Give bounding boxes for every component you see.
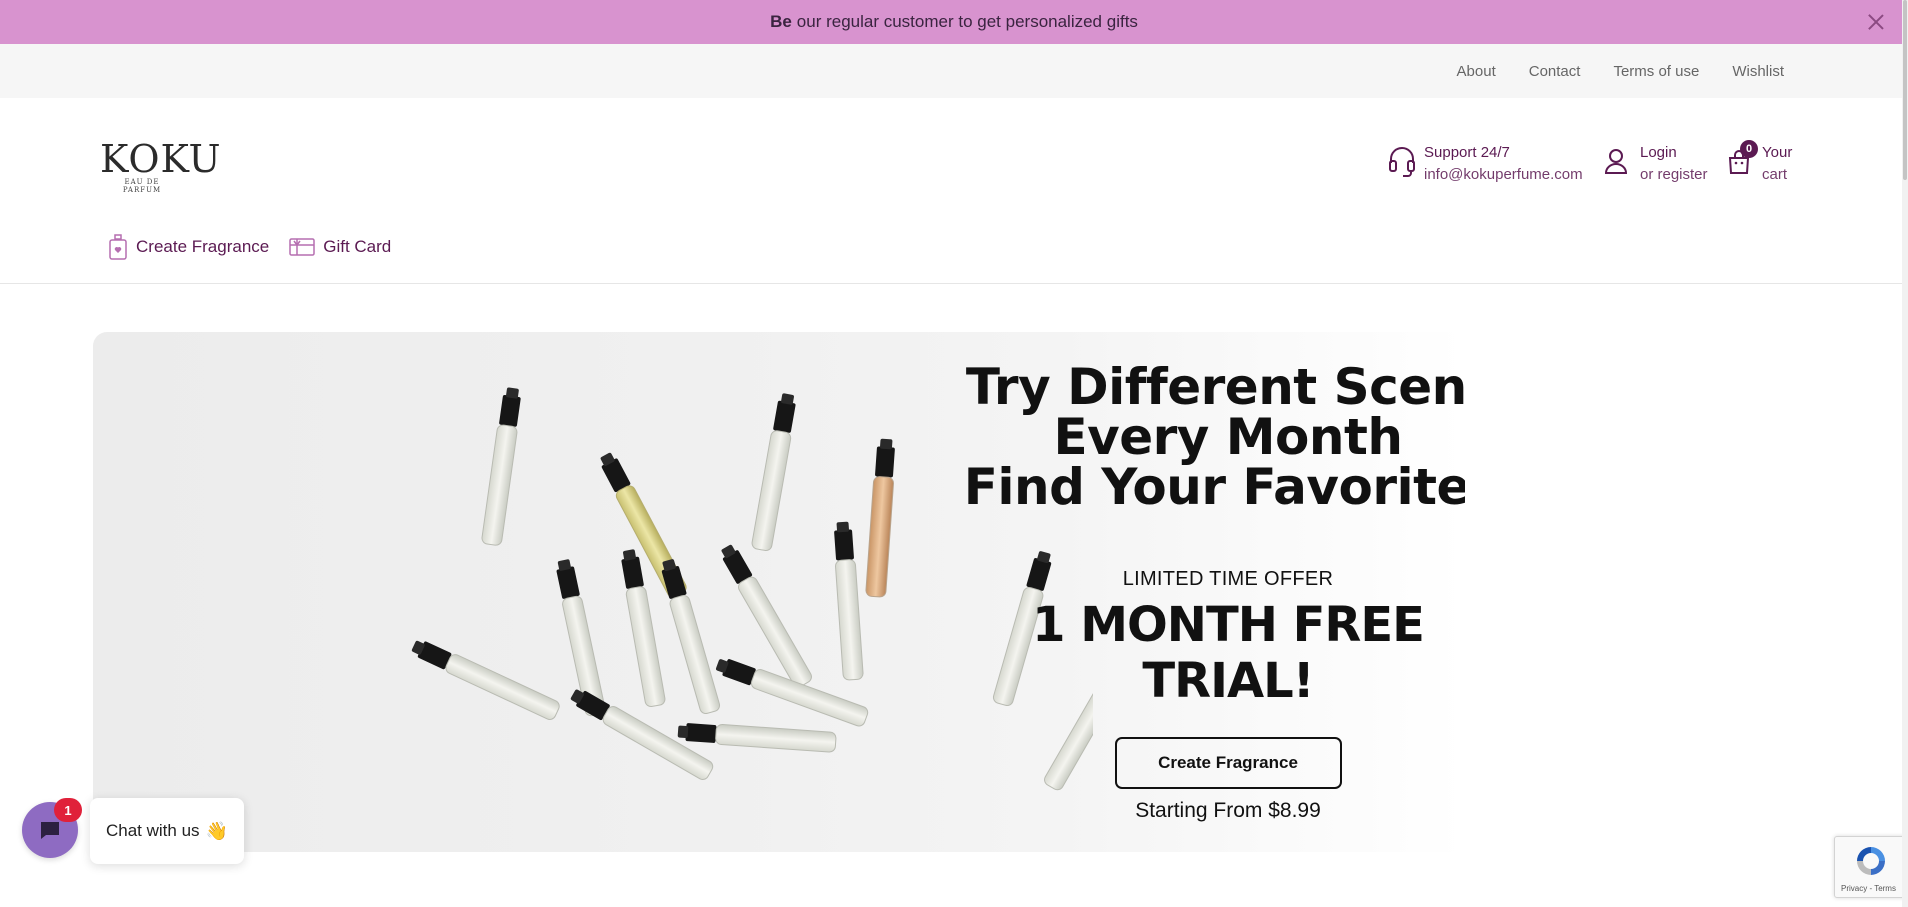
cart-link[interactable]: 0 Your cart [1726,140,1793,186]
site-header: KOKU EAU DE PARFUM Support 24/7 info@kok… [0,98,1908,284]
login-subtitle: or register [1640,166,1708,183]
wave-icon: 👋 [205,820,228,841]
hero-price: Starting From $8.99 [1135,799,1321,822]
link-about[interactable]: About [1457,63,1496,80]
user-icon [1604,146,1632,178]
nav-gift-card[interactable]: Gift Card [289,237,391,257]
hero-title-line1: Try Different Scent [965,358,1465,416]
hero-title-line2: Every Month [1053,408,1403,466]
recaptcha-badge[interactable]: Privacy - Terms [1834,836,1908,898]
promo-text: our regular customer to get personalized… [796,12,1138,31]
login-title: Login [1640,144,1677,161]
support-link[interactable]: Support 24/7 info@kokuperfume.com [1388,142,1583,186]
scrollbar[interactable] [1902,0,1908,907]
top-links-bar: About Contact Terms of use Wishlist [0,44,1908,98]
chat-icon [41,822,59,839]
recaptcha-icon [1857,847,1885,875]
login-link[interactable]: Login or register [1604,142,1708,186]
nav-create-fragrance-label: Create Fragrance [136,237,270,256]
scrollbar-thumb[interactable] [1903,0,1907,180]
link-terms[interactable]: Terms of use [1613,63,1699,80]
page: Be our regular customer to get personali… [0,0,1908,907]
chat-bubble[interactable]: Chat with us 👋 [90,798,244,864]
close-icon[interactable] [1866,12,1886,32]
nav-create-fragrance[interactable]: Create Fragrance [108,234,269,260]
hero-trial: 1 MONTH FREE TRIAL! [1032,597,1425,709]
headset-icon [1388,146,1416,178]
perfume-bottle-icon [109,234,127,260]
cart-count-badge: 0 [1740,140,1758,158]
support-title: Support 24/7 [1424,144,1510,161]
gift-card-icon [289,238,315,256]
perfume-vials-image [409,386,1093,793]
logo[interactable]: KOKU EAU DE PARFUM [100,137,222,194]
cart-subtitle: cart [1762,166,1788,183]
main-nav: Create Fragrance Gift Card [108,234,391,260]
top-links: About Contact Terms of use Wishlist [1424,44,1784,98]
hero-banner[interactable]: Try Different Scent Every Month Find You… [93,332,1465,852]
create-fragrance-button[interactable]: Create Fragrance [1114,737,1342,789]
logo-text: KOKU [100,137,222,181]
link-wishlist[interactable]: Wishlist [1732,63,1784,80]
promo-bold: Be [770,12,792,31]
hero-offer: LIMITED TIME OFFER [1122,568,1334,590]
chat-unread-badge: 1 [54,798,82,822]
support-email: info@kokuperfume.com [1424,166,1583,183]
recaptcha-legal[interactable]: Privacy - Terms [1841,884,1896,893]
cart-icon: 0 [1726,140,1758,178]
link-contact[interactable]: Contact [1529,63,1581,80]
hero-title-line3: Find Your Favorite! [963,458,1465,516]
promo-bar: Be our regular customer to get personali… [0,0,1908,44]
hero-text: Try Different Scent Every Month Find You… [963,362,1465,823]
cart-title: Your [1762,144,1793,161]
chat-label: Chat with us [106,821,200,840]
nav-gift-card-label: Gift Card [323,237,392,256]
